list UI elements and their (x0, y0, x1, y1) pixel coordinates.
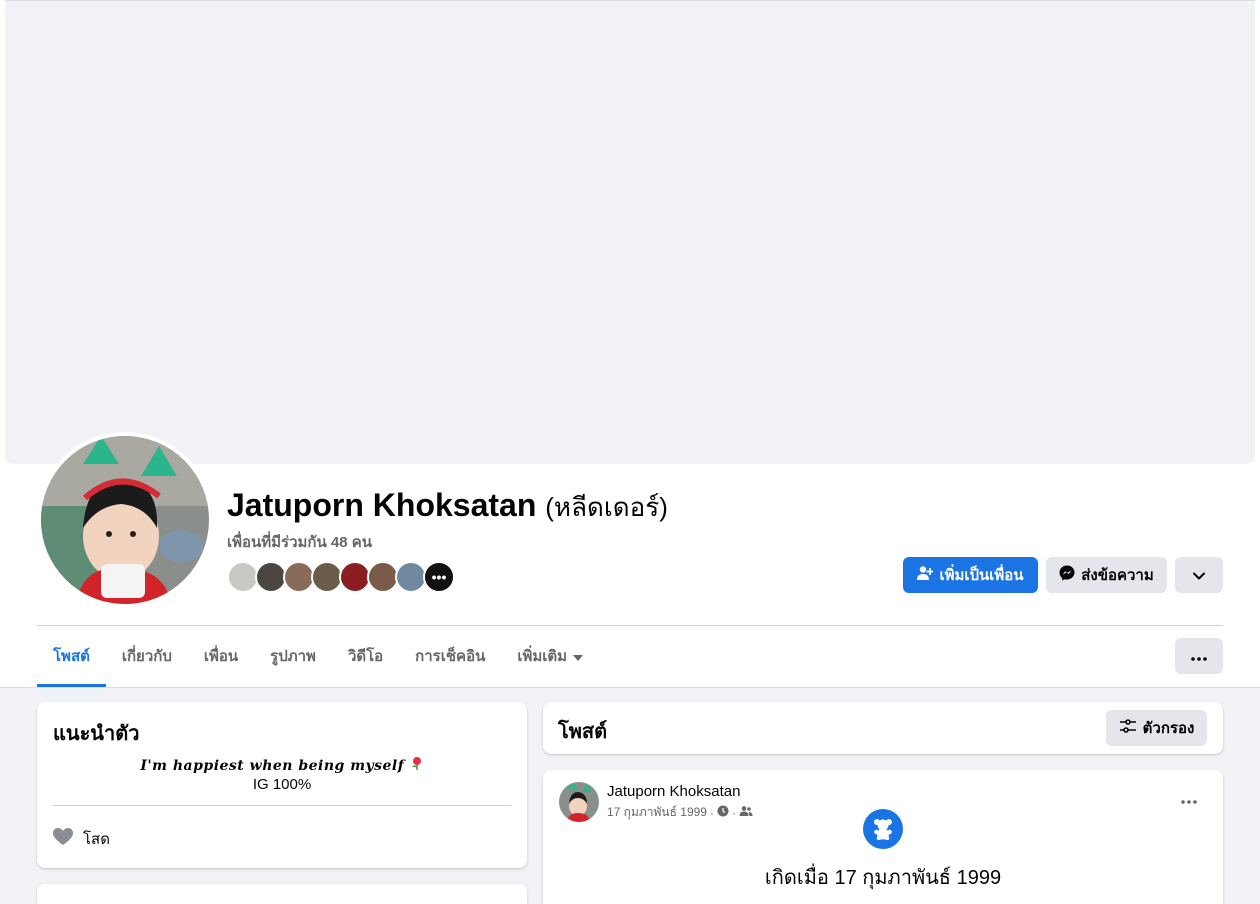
caret-down-icon (573, 648, 584, 665)
tab-checkins[interactable]: การเช็คอิน (399, 626, 501, 686)
tab-label: รูปภาพ (270, 648, 316, 665)
teddy-bear-icon (863, 809, 903, 849)
posts-title: โพสต์ (558, 721, 608, 743)
chevron-down-icon (1193, 567, 1205, 584)
profile-name: Jatuporn Khoksatan (หลีดเดอร์) (227, 487, 668, 528)
ellipsis-icon (1191, 648, 1207, 665)
add-friend-label: เพิ่มเป็นเพื่อน (939, 567, 1024, 584)
messenger-icon (1059, 565, 1075, 585)
tab-photos[interactable]: รูปภาพ (254, 626, 332, 686)
tab-label: วิดีโอ (347, 648, 384, 665)
tab-posts[interactable]: โพสต์ (37, 626, 106, 687)
post-author-avatar[interactable] (559, 782, 599, 822)
friends-icon[interactable] (739, 805, 753, 820)
profile-name-text: Jatuporn Khoksatan (227, 487, 537, 523)
cover-photo[interactable] (5, 0, 1255, 464)
tab-more[interactable]: เพิ่มเติม (501, 626, 599, 686)
intro-divider (53, 805, 511, 806)
tab-about[interactable]: เกี่ยวกับ (106, 626, 188, 686)
life-event-text: เกิดเมื่อ 17 กุมภาพันธ์ 1999 (764, 867, 1002, 889)
separator-dot: · (731, 805, 736, 820)
header-bottom-border (0, 687, 1260, 688)
ellipsis-icon (1181, 791, 1197, 809)
profile-options-button[interactable] (1175, 557, 1223, 593)
mutual-friends-count[interactable]: เพื่อนที่มีร่วมกัน 48 คน (227, 530, 372, 554)
clock-icon (717, 805, 729, 820)
message-label: ส่งข้อความ (1081, 567, 1154, 584)
add-friend-button[interactable]: เพิ่มเป็นเพื่อน (903, 557, 1038, 593)
bio-line-1: 𝑰'𝒎 𝒉𝒂𝒑𝒑𝒊𝒆𝒔𝒕 𝒘𝒉𝒆𝒏 𝒃𝒆𝒊𝒏𝒈 𝒎𝒚𝒔𝒆𝒍𝒇 (140, 758, 405, 774)
heart-icon (53, 827, 73, 851)
tab-friends[interactable]: เพื่อน (188, 626, 254, 686)
tabs-options-button[interactable] (1175, 638, 1223, 674)
profile-tabs: โพสต์ เกี่ยวกับ เพื่อน รูปภาพ วิดีโอ การ… (37, 626, 599, 687)
tab-videos[interactable]: วิดีโอ (332, 626, 399, 686)
tab-label: เพื่อน (203, 648, 239, 665)
person-plus-icon (917, 565, 934, 585)
bio-text: 𝑰'𝒎 𝒉𝒂𝒑𝒑𝒊𝒆𝒔𝒕 𝒘𝒉𝒆𝒏 𝒃𝒆𝒊𝒏𝒈 𝒎𝒚𝒔𝒆𝒍𝒇 (37, 756, 527, 774)
friend-avatar-more[interactable]: ••• (423, 561, 455, 593)
relationship-status: โสด (83, 831, 110, 848)
posts-header-card: โพสต์ ตัวกรอง (543, 702, 1223, 754)
post-options-button[interactable] (1171, 784, 1207, 816)
post-author-name[interactable]: Jatuporn Khoksatan (607, 783, 740, 800)
intro-title: แนะนำตัว (53, 723, 140, 745)
rose-icon (410, 757, 424, 774)
intro-card: แนะนำตัว 𝑰'𝒎 𝒉𝒂𝒑𝒑𝒊𝒆𝒔𝒕 𝒘𝒉𝒆𝒏 𝒃𝒆𝒊𝒏𝒈 𝒎𝒚𝒔𝒆𝒍𝒇 … (37, 702, 527, 868)
more-friends-glyph: ••• (425, 563, 453, 591)
photos-card (37, 884, 527, 904)
profile-avatar[interactable] (41, 436, 209, 604)
post-meta: 17 กุมภาพันธ์ 1999 · · (607, 803, 753, 822)
post-date[interactable]: 17 กุมภาพันธ์ 1999 (607, 803, 707, 822)
tab-label: การเช็คอิน (415, 648, 486, 665)
sliders-icon (1119, 719, 1137, 737)
filter-button[interactable]: ตัวกรอง (1106, 710, 1207, 746)
profile-alternate-name: (หลีดเดอร์) (545, 492, 668, 522)
message-button[interactable]: ส่งข้อความ (1046, 557, 1167, 593)
separator-dot: · (709, 805, 714, 820)
mutual-friends-faces: ••• (227, 561, 455, 593)
bio-line-2: IG 100% (252, 776, 312, 793)
tab-label: โพสต์ (53, 648, 90, 665)
post-card: Jatuporn Khoksatan 17 กุมภาพันธ์ 1999 · … (543, 770, 1223, 904)
filter-label: ตัวกรอง (1142, 720, 1195, 737)
relationship-row: โสด (53, 827, 110, 851)
tab-label: เกี่ยวกับ (121, 648, 172, 665)
tab-label: เพิ่มเติม (517, 648, 568, 665)
